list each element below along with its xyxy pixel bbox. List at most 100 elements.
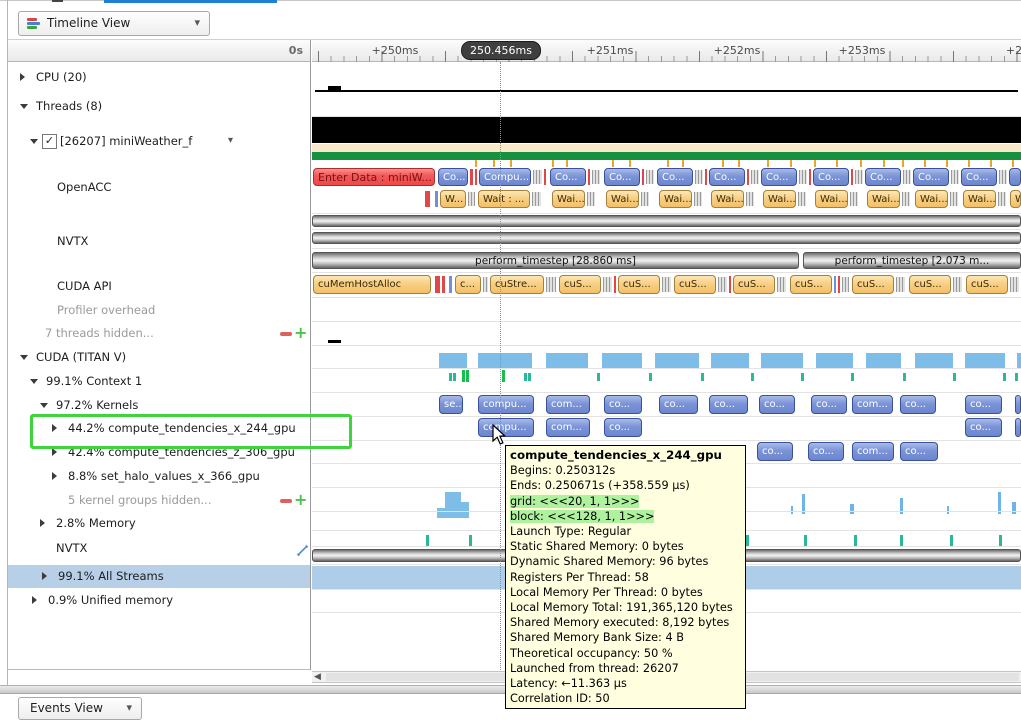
api-call-box[interactable]: cuStre... — [490, 275, 544, 294]
kernel-event-box[interactable]: Co... — [913, 168, 949, 186]
kernel-event-box[interactable]: co... — [709, 395, 748, 414]
api-call-box[interactable]: Wai... — [659, 190, 692, 208]
api-call-box[interactable]: Wai... — [815, 190, 848, 208]
kernel-event-box[interactable]: Co... — [865, 168, 901, 186]
panel-separator[interactable] — [310, 40, 311, 670]
api-call-box[interactable]: cuS... — [618, 275, 660, 294]
kernel-event-box[interactable]: co... — [965, 395, 1002, 414]
kernel-event-box[interactable]: co... — [900, 442, 938, 461]
add-row-icon[interactable]: + — [294, 323, 307, 342]
sidebar-item-unified-memory[interactable]: 0.9% Unified memory — [8, 589, 310, 612]
sidebar-item-openacc[interactable]: OpenACC — [8, 176, 310, 199]
tree-expanded-icon[interactable] — [20, 104, 28, 109]
sidebar-item-cuda-api[interactable]: CUDA API — [8, 275, 310, 298]
sidebar-item-cuda-titan-v[interactable]: CUDA (TITAN V) — [8, 346, 310, 369]
sidebar-item-threads-hidden[interactable]: 7 threads hidden...+ — [8, 322, 310, 345]
kernel-event-box[interactable]: Co... — [438, 168, 468, 186]
kernel-event-box[interactable]: Co... — [550, 168, 586, 186]
kernel-event-box[interactable]: Co... — [761, 168, 797, 186]
kernel-event-box[interactable]: co... — [965, 418, 1002, 437]
api-call-box[interactable]: Wai... — [867, 190, 900, 208]
nvtx-range-bar[interactable]: perform_timestep [28.860 ms] — [312, 252, 799, 269]
time-cursor-badge[interactable]: 250.456ms — [461, 41, 541, 60]
kernel-event-box[interactable]: co... — [811, 395, 847, 414]
kernel-event-box[interactable]: compu... — [478, 395, 534, 414]
api-call-box[interactable]: cuS... — [559, 275, 601, 294]
remove-row-icon[interactable] — [280, 332, 292, 336]
api-call-box[interactable]: Wait : ... — [478, 190, 530, 208]
sidebar-item-kernel-groups-hidden[interactable]: 5 kernel groups hidden...+ — [8, 489, 310, 512]
api-call-box[interactable]: Wai... — [763, 190, 796, 208]
remove-row-icon[interactable] — [280, 499, 292, 503]
kernel-event-box[interactable]: Co... — [961, 168, 997, 186]
api-call-box[interactable]: cuS... — [852, 275, 894, 294]
kernel-event-box[interactable]: Co... — [813, 168, 849, 186]
nvtx-range-bar[interactable] — [312, 232, 1021, 244]
api-call-box[interactable]: Wai... — [711, 190, 744, 208]
kernel-event-box[interactable]: co... — [659, 395, 698, 414]
events-view-dropdown[interactable]: Events View ▾ — [18, 697, 142, 720]
api-call-box[interactable]: cuMemHostAlloc — [313, 275, 431, 294]
kernel-event-box[interactable]: co... — [759, 395, 795, 414]
kernel-event-box[interactable]: Co... — [657, 168, 693, 186]
api-call-box[interactable]: Wai... — [552, 190, 585, 208]
kernel-event-box[interactable]: se... — [439, 395, 463, 414]
kernel-event-box[interactable]: co... — [757, 442, 793, 461]
tree-expanded-icon[interactable] — [40, 403, 48, 408]
api-call-box[interactable]: Wai... — [915, 190, 948, 208]
sidebar-item-cpu[interactable]: CPU (20) — [8, 66, 310, 89]
tree-expanded-icon[interactable] — [30, 139, 38, 144]
kernel-event-box[interactable]: Co... — [604, 168, 640, 186]
kernel-event-box[interactable]: co... — [604, 418, 642, 437]
kernel-event-box[interactable]: Co... — [709, 168, 745, 186]
tree-collapsed-icon[interactable] — [42, 572, 47, 580]
expand-rows-icon[interactable] — [296, 542, 309, 555]
kernel-event-box[interactable] — [1009, 168, 1021, 186]
kernel-event-box[interactable]: com... — [852, 442, 894, 461]
sidebar-item-kernel-halo[interactable]: 8.8% set_halo_values_x_366_gpu — [8, 465, 310, 488]
sidebar-item-memory[interactable]: 2.8% Memory — [8, 512, 310, 535]
api-call-box[interactable]: cuS... — [674, 275, 716, 294]
tree-expanded-icon[interactable] — [30, 379, 38, 384]
kernel-event-box[interactable]: Compu... — [479, 168, 531, 186]
api-call-box[interactable]: cuS... — [733, 275, 775, 294]
tree-collapsed-icon[interactable] — [32, 596, 37, 604]
kernel-event-box[interactable]: com... — [852, 395, 893, 414]
api-call-box[interactable]: Wai... — [606, 190, 639, 208]
sidebar-item-context-1[interactable]: 99.1% Context 1 — [8, 370, 310, 393]
tree-collapsed-icon[interactable] — [20, 73, 25, 81]
kernel-event-box[interactable] — [1015, 395, 1021, 414]
api-call-box[interactable]: cuS... — [790, 275, 832, 294]
kernel-event-box[interactable]: co... — [604, 395, 642, 414]
nvtx-range-bar[interactable] — [312, 215, 1021, 227]
nvtx-range-bar[interactable]: perform_timestep [2.073 m... — [803, 252, 1021, 269]
kernel-event-box[interactable]: com... — [546, 395, 590, 414]
tree-collapsed-icon[interactable] — [40, 519, 45, 527]
tree-collapsed-icon[interactable] — [52, 472, 57, 480]
sidebar-item-nvtx-thread[interactable]: NVTX — [8, 230, 310, 253]
sidebar-item-all-streams[interactable]: 99.1% All Streams — [8, 565, 310, 588]
add-row-icon[interactable]: + — [294, 490, 307, 509]
sidebar-item-threads[interactable]: Threads (8) — [8, 95, 310, 118]
api-call-box[interactable]: cuS... — [966, 275, 1008, 294]
api-call-box[interactable]: c... — [455, 275, 481, 294]
api-call-box[interactable]: cuS... — [909, 275, 951, 294]
sidebar-item-profiler-overhead[interactable]: Profiler overhead — [8, 299, 310, 322]
api-call-box[interactable]: W... — [440, 190, 466, 208]
time-cursor-line[interactable] — [500, 62, 501, 670]
thread-checkbox[interactable]: ✓ — [42, 134, 57, 149]
kernel-event-box[interactable]: co... — [900, 395, 936, 414]
scroll-left-icon[interactable]: ◀ — [314, 672, 321, 682]
kernel-event-box[interactable]: co... — [808, 442, 844, 461]
api-call-box[interactable]: W — [1010, 190, 1021, 208]
kernel-event-box[interactable]: com... — [546, 418, 590, 437]
sidebar-item-thread-26207[interactable]: ✓[26207] miniWeather_f▾ — [8, 130, 310, 153]
tree-expanded-icon[interactable] — [20, 355, 28, 360]
chevron-down-icon[interactable]: ▾ — [228, 135, 233, 146]
timeline-view-dropdown[interactable]: Timeline View ▾ — [18, 11, 210, 36]
openacc-event-box[interactable]: Enter Data : miniW... — [313, 168, 435, 186]
kernel-event-box[interactable] — [1015, 418, 1021, 437]
sidebar-item-nvtx-gpu[interactable]: NVTX — [8, 537, 310, 560]
tree-collapsed-icon[interactable] — [52, 448, 57, 456]
api-call-box[interactable]: Wai... — [963, 190, 996, 208]
